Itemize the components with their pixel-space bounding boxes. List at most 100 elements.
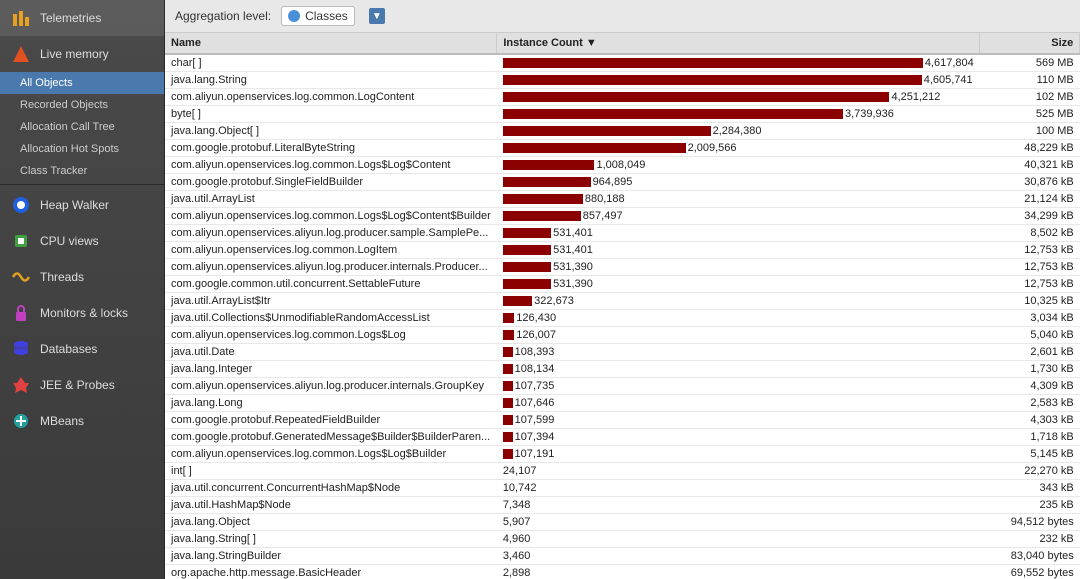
- sidebar-divider-1: [0, 184, 164, 185]
- sidebar-item-mbeans[interactable]: MBeans: [0, 403, 164, 439]
- heap-walker-icon: [10, 194, 32, 216]
- cell-count: 107,735: [497, 378, 980, 395]
- cell-count: 880,188: [497, 191, 980, 208]
- cell-size: 4,303 kB: [980, 412, 1080, 429]
- table-row[interactable]: com.google.protobuf.LiteralByteString2,0…: [165, 140, 1080, 157]
- table-row[interactable]: com.google.common.util.concurrent.Settab…: [165, 276, 1080, 293]
- cell-size: 232 kB: [980, 531, 1080, 548]
- aggregation-icon: [288, 10, 300, 22]
- cell-size: 48,229 kB: [980, 140, 1080, 157]
- sidebar-item-jee-probes-label: JEE & Probes: [40, 378, 115, 392]
- sidebar-sub-recorded-objects-label: Recorded Objects: [20, 99, 108, 111]
- table-container[interactable]: Name Instance Count ▼ Size char[ ]4,617,…: [165, 33, 1080, 579]
- table-row[interactable]: com.google.protobuf.RepeatedFieldBuilder…: [165, 412, 1080, 429]
- sidebar-item-jee-probes[interactable]: JEE & Probes: [0, 367, 164, 403]
- table-row[interactable]: java.util.Collections$UnmodifiableRandom…: [165, 310, 1080, 327]
- cell-size: 1,718 kB: [980, 429, 1080, 446]
- sidebar-item-heap-walker[interactable]: Heap Walker: [0, 187, 164, 223]
- sidebar-item-live-memory[interactable]: Live memory: [0, 36, 164, 72]
- cell-size: 22,270 kB: [980, 463, 1080, 480]
- cell-count: 107,191: [497, 446, 980, 463]
- sidebar-sub-all-objects[interactable]: All Objects: [0, 72, 164, 94]
- table-row[interactable]: com.aliyun.openservices.log.common.Logs$…: [165, 446, 1080, 463]
- cell-name: java.lang.String[ ]: [165, 531, 497, 548]
- col-instance-count[interactable]: Instance Count ▼: [497, 33, 980, 54]
- cell-name: java.util.ArrayList: [165, 191, 497, 208]
- table-row[interactable]: java.lang.Integer108,1341,730 kB: [165, 361, 1080, 378]
- sidebar-sub-class-tracker[interactable]: Class Tracker: [0, 160, 164, 182]
- cell-name: java.util.ArrayList$Itr: [165, 293, 497, 310]
- cell-size: 83,040 bytes: [980, 548, 1080, 565]
- table-row[interactable]: com.google.protobuf.GeneratedMessage$Bui…: [165, 429, 1080, 446]
- table-row[interactable]: com.aliyun.openservices.aliyun.log.produ…: [165, 259, 1080, 276]
- cell-name: java.lang.Object: [165, 514, 497, 531]
- table-row[interactable]: com.aliyun.openservices.log.common.Logs$…: [165, 208, 1080, 225]
- sidebar-item-monitors-locks[interactable]: Monitors & locks: [0, 295, 164, 331]
- dropdown-arrow[interactable]: ▼: [369, 8, 385, 24]
- cell-size: 12,753 kB: [980, 259, 1080, 276]
- table-row[interactable]: byte[ ]3,739,936525 MB: [165, 106, 1080, 123]
- table-row[interactable]: java.lang.Object5,90794,512 bytes: [165, 514, 1080, 531]
- cell-size: 34,299 kB: [980, 208, 1080, 225]
- table-row[interactable]: com.aliyun.openservices.log.common.LogIt…: [165, 242, 1080, 259]
- cell-count: 3,739,936: [497, 106, 980, 123]
- cell-count: 108,134: [497, 361, 980, 378]
- col-size[interactable]: Size: [980, 33, 1080, 54]
- cell-count: 2,898: [497, 565, 980, 579]
- sidebar-item-cpu-views[interactable]: CPU views: [0, 223, 164, 259]
- cell-count: 1,008,049: [497, 157, 980, 174]
- cell-name: char[ ]: [165, 54, 497, 72]
- cell-name: int[ ]: [165, 463, 497, 480]
- table-row[interactable]: int[ ]24,10722,270 kB: [165, 463, 1080, 480]
- cell-count: 24,107: [497, 463, 980, 480]
- table-row[interactable]: java.util.HashMap$Node7,348235 kB: [165, 497, 1080, 514]
- table-row[interactable]: java.util.Date108,3932,601 kB: [165, 344, 1080, 361]
- sidebar-item-databases-label: Databases: [40, 342, 97, 356]
- live-memory-icon: [10, 43, 32, 65]
- table-row[interactable]: com.aliyun.openservices.aliyun.log.produ…: [165, 378, 1080, 395]
- aggregation-dropdown[interactable]: Classes: [281, 6, 355, 26]
- sidebar-item-telemetries[interactable]: Telemetries: [0, 0, 164, 36]
- table-row[interactable]: java.lang.Object[ ]2,284,380100 MB: [165, 123, 1080, 140]
- table-row[interactable]: com.aliyun.openservices.aliyun.log.produ…: [165, 225, 1080, 242]
- table-row[interactable]: java.lang.Long107,6462,583 kB: [165, 395, 1080, 412]
- table-row[interactable]: java.util.ArrayList880,18821,124 kB: [165, 191, 1080, 208]
- table-row[interactable]: java.util.concurrent.ConcurrentHashMap$N…: [165, 480, 1080, 497]
- sidebar-item-heap-walker-label: Heap Walker: [40, 198, 109, 212]
- cell-name: java.lang.Integer: [165, 361, 497, 378]
- table-row[interactable]: java.lang.String4,605,741110 MB: [165, 72, 1080, 89]
- sidebar-item-telemetries-label: Telemetries: [40, 11, 101, 25]
- cell-name: java.lang.Object[ ]: [165, 123, 497, 140]
- cell-count: 126,430: [497, 310, 980, 327]
- cell-count: 107,599: [497, 412, 980, 429]
- sidebar-item-threads[interactable]: Threads: [0, 259, 164, 295]
- sidebar-item-live-memory-label: Live memory: [40, 47, 109, 61]
- table-row[interactable]: org.apache.http.message.BasicHeader2,898…: [165, 565, 1080, 579]
- sidebar-sub-recorded-objects[interactable]: Recorded Objects: [0, 94, 164, 116]
- cell-name: com.aliyun.openservices.log.common.Logs$…: [165, 157, 497, 174]
- table-row[interactable]: com.google.protobuf.SingleFieldBuilder96…: [165, 174, 1080, 191]
- table-row[interactable]: java.util.ArrayList$Itr322,67310,325 kB: [165, 293, 1080, 310]
- sidebar-sub-allocation-call-tree[interactable]: Allocation Call Tree: [0, 116, 164, 138]
- cell-name: byte[ ]: [165, 106, 497, 123]
- cell-size: 102 MB: [980, 89, 1080, 106]
- cell-size: 4,309 kB: [980, 378, 1080, 395]
- sidebar-sub-allocation-hot-spots[interactable]: Allocation Hot Spots: [0, 138, 164, 160]
- cell-name: java.lang.Long: [165, 395, 497, 412]
- mbeans-icon: [10, 410, 32, 432]
- sidebar-item-databases[interactable]: Databases: [0, 331, 164, 367]
- cell-size: 110 MB: [980, 72, 1080, 89]
- table-row[interactable]: java.lang.StringBuilder3,46083,040 bytes: [165, 548, 1080, 565]
- col-name[interactable]: Name: [165, 33, 497, 54]
- cell-count: 3,460: [497, 548, 980, 565]
- cell-count: 7,348: [497, 497, 980, 514]
- cell-count: 322,673: [497, 293, 980, 310]
- table-row[interactable]: char[ ]4,617,804569 MB: [165, 54, 1080, 72]
- sidebar-sub-allocation-call-tree-label: Allocation Call Tree: [20, 121, 115, 133]
- threads-icon: [10, 266, 32, 288]
- table-row[interactable]: com.aliyun.openservices.log.common.Logs$…: [165, 157, 1080, 174]
- table-row[interactable]: com.aliyun.openservices.log.common.Logs$…: [165, 327, 1080, 344]
- cell-count: 107,646: [497, 395, 980, 412]
- table-row[interactable]: java.lang.String[ ]4,960232 kB: [165, 531, 1080, 548]
- table-row[interactable]: com.aliyun.openservices.log.common.LogCo…: [165, 89, 1080, 106]
